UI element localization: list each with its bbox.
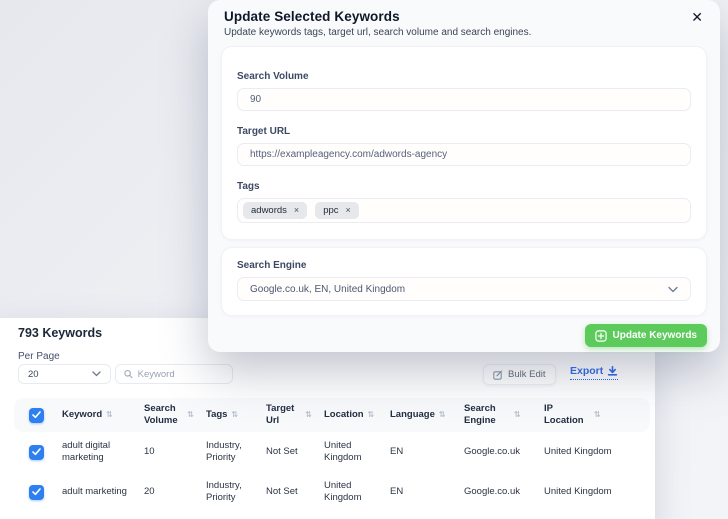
cell-language: EN (390, 445, 404, 457)
select-all-cell (14, 398, 58, 432)
sort-icon[interactable]: ⇅ (106, 411, 113, 419)
bulk-edit-label: Bulk Edit (508, 369, 546, 380)
header-search-volume[interactable]: Search Volume ⇅ (140, 398, 202, 432)
modal-fields-card: Search Volume Target URL Tags adwords × … (221, 46, 707, 240)
cell-search-volume: 20 (144, 485, 155, 497)
cell-search-engine: Google.co.uk (464, 445, 520, 457)
cell-tags: Industry, Priority (206, 439, 242, 463)
row-select-cell (14, 432, 58, 472)
table-row: adult marketing 20 Industry, Priority No… (14, 472, 650, 512)
sort-icon[interactable]: ⇅ (439, 411, 446, 419)
cell-target-url: Not Set (266, 445, 298, 457)
tag-chip-label: adwords (251, 205, 287, 216)
bulk-edit-button[interactable]: Bulk Edit (483, 364, 556, 385)
keyword-search-input[interactable] (137, 368, 224, 380)
keyword-search-box (115, 364, 233, 384)
search-engine-select[interactable]: Google.co.uk, EN, United Kingdom (237, 277, 691, 301)
search-volume-field[interactable] (237, 88, 691, 111)
plus-square-icon (594, 329, 607, 342)
modal-title: Update Selected Keywords (224, 9, 400, 24)
tag-remove-icon[interactable]: × (346, 206, 351, 215)
cell-location: United Kingdom (324, 479, 362, 503)
edit-icon (493, 369, 503, 380)
export-label: Export (570, 365, 604, 377)
tag-chip-label: ppc (323, 205, 339, 216)
table-row: adult digital marketing 10 Industry, Pri… (14, 432, 650, 472)
cell-search-engine: Google.co.uk (464, 485, 520, 497)
chevron-down-icon (92, 371, 101, 377)
table-header-row: Keyword ⇅ Search Volume ⇅ Tags ⇅ Target Url… (14, 398, 650, 432)
row-checkbox[interactable] (28, 484, 44, 500)
cell-tags: Industry, Priority (206, 479, 242, 503)
cell-target-url: Not Set (266, 485, 298, 497)
check-icon (31, 448, 41, 456)
app-screen: 793 Keywords Per Page 20 Bulk Edit Expor… (0, 0, 728, 519)
modal-subtitle: Update keywords tags, target url, search… (224, 27, 532, 38)
cell-language: EN (390, 485, 404, 497)
chevron-down-icon (668, 286, 678, 292)
tag-chip: adwords × (243, 202, 308, 219)
check-icon (31, 411, 41, 419)
sort-icon[interactable]: ⇅ (594, 411, 601, 419)
cell-ip-location: United Kingdom (544, 485, 612, 497)
close-icon[interactable]: ✕ (691, 10, 703, 24)
cell-keyword: adult digital marketing (62, 439, 111, 463)
tag-chip: ppc × (315, 202, 359, 219)
per-page-label: Per Page (18, 351, 60, 362)
search-volume-label: Search Volume (237, 71, 309, 82)
header-keyword[interactable]: Keyword ⇅ (58, 398, 140, 432)
keywords-count-heading: 793 Keywords (18, 326, 103, 340)
per-page-select[interactable]: 20 (18, 364, 111, 384)
update-keywords-modal: Update Selected Keywords Update keywords… (208, 0, 720, 352)
cell-keyword: adult marketing (62, 485, 127, 497)
per-page-value: 20 (28, 368, 39, 380)
search-icon (124, 370, 133, 379)
export-download-icon (608, 366, 618, 376)
export-button[interactable]: Export (570, 365, 619, 380)
sort-icon[interactable]: ⇅ (231, 411, 238, 419)
tags-input[interactable]: adwords × ppc × (237, 198, 691, 223)
tag-remove-icon[interactable]: × (294, 206, 299, 215)
check-icon (31, 488, 41, 496)
row-checkbox[interactable] (28, 444, 44, 460)
target-url-field[interactable] (237, 143, 691, 166)
cell-search-volume: 10 (144, 445, 155, 457)
sort-icon[interactable]: ⇅ (187, 411, 194, 419)
keywords-table: Keyword ⇅ Search Volume ⇅ Tags ⇅ Target Url… (14, 398, 650, 512)
search-engine-card: Search Engine Google.co.uk, EN, United K… (221, 247, 707, 316)
row-select-cell (14, 472, 58, 512)
header-tags[interactable]: Tags ⇅ (202, 398, 262, 432)
header-language[interactable]: Language ⇅ (386, 398, 460, 432)
tags-label: Tags (237, 181, 260, 192)
sort-icon[interactable]: ⇅ (368, 411, 375, 419)
update-keywords-label: Update Keywords (612, 330, 697, 341)
header-location[interactable]: Location ⇅ (320, 398, 386, 432)
select-all-checkbox[interactable] (28, 407, 44, 423)
header-ip-location[interactable]: IP Location ⇅ (540, 398, 650, 432)
header-search-engine[interactable]: Search Engine ⇅ (460, 398, 540, 432)
target-url-label: Target URL (237, 126, 291, 137)
cell-location: United Kingdom (324, 439, 362, 463)
search-engine-label: Search Engine (237, 260, 307, 271)
sort-icon[interactable]: ⇅ (305, 411, 312, 419)
update-keywords-button[interactable]: Update Keywords (584, 324, 707, 347)
sort-icon[interactable]: ⇅ (514, 411, 521, 419)
cell-ip-location: United Kingdom (544, 445, 612, 457)
header-target-url[interactable]: Target Url ⇅ (262, 398, 320, 432)
search-engine-value: Google.co.uk, EN, United Kingdom (250, 283, 406, 295)
